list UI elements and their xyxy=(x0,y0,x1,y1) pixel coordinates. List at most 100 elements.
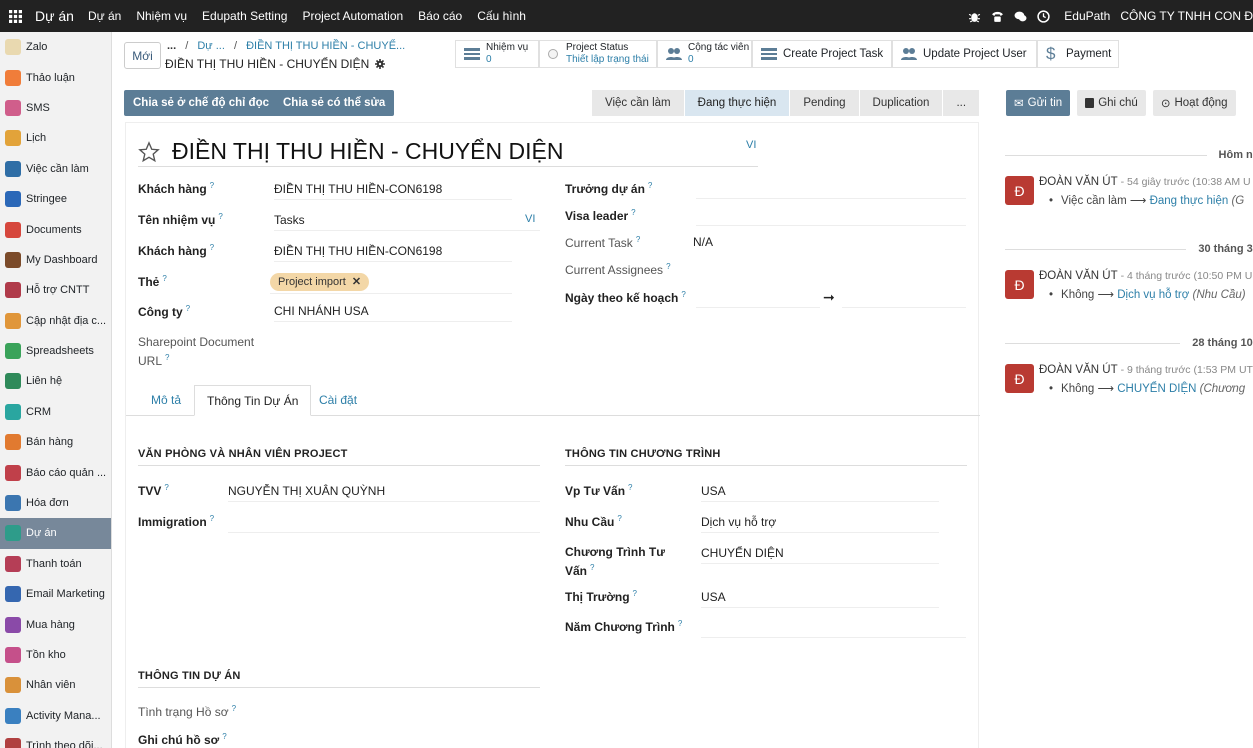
users-icon xyxy=(901,47,917,61)
project-status-button[interactable]: Project Status Thiết lập trạng thái xyxy=(539,40,657,68)
field-tvv[interactable]: NGUYỄN THỊ XUÂN QUỲNH xyxy=(228,482,540,502)
sidebar-item[interactable]: Mua hàng xyxy=(0,609,111,639)
sidebar-item[interactable]: Liên hệ xyxy=(0,366,111,396)
sidebar-item[interactable]: Hóa đơn xyxy=(0,488,111,518)
sidebar-item[interactable]: Trình theo dõi... xyxy=(0,731,111,748)
collab-label: Cộng tác viên xyxy=(688,42,750,53)
stage-duplication[interactable]: Duplication xyxy=(859,90,944,116)
field-ten-nhiem-vu[interactable]: Tasks xyxy=(274,211,540,231)
app-menu-icon[interactable] xyxy=(1,0,29,32)
field-vp-tu-van[interactable]: USA xyxy=(701,482,939,502)
tasks-smart-button[interactable]: Nhiệm vụ 0 xyxy=(455,40,539,68)
project-title: ĐIỀN THỊ THU HIỀN - CHUYỂN DIỆN xyxy=(172,138,564,164)
sidebar-item[interactable]: Spreadsheets xyxy=(0,336,111,366)
sidebar-item[interactable]: My Dashboard xyxy=(0,245,111,275)
stage-dang-thuc-hien[interactable]: Đang thực hiện xyxy=(684,90,791,116)
update-user-button[interactable]: Update Project User xyxy=(892,40,1037,68)
breadcrumb-more[interactable]: ... xyxy=(167,40,176,52)
chat-icon[interactable] xyxy=(1013,9,1027,23)
sidebar-item[interactable]: CRM xyxy=(0,397,111,427)
message-author[interactable]: ĐOÀN VĂN ÚT xyxy=(1039,364,1117,376)
breadcrumb-projects[interactable]: Dự ... xyxy=(197,40,225,52)
bug-icon[interactable] xyxy=(967,9,981,23)
tracking-arrow: ⟶ xyxy=(1129,195,1147,207)
field-chuong-trinh-tu-van[interactable]: CHUYỂN DIỆN xyxy=(701,544,939,564)
app-icon xyxy=(5,160,21,177)
log-note-button[interactable]: Ghi chú xyxy=(1077,90,1146,116)
field-nam-chuong-trinh[interactable] xyxy=(701,618,966,638)
activity-button[interactable]: ⊙ Hoạt động xyxy=(1152,90,1236,116)
sidebar-item[interactable]: Thanh toán xyxy=(0,549,111,579)
field-truong-du-an[interactable] xyxy=(696,179,966,199)
sidebar-item[interactable]: Nhân viên xyxy=(0,670,111,700)
payment-button[interactable]: $ Payment xyxy=(1037,40,1119,68)
field-thi-truong[interactable]: USA xyxy=(701,588,939,608)
label-visa-leader: Visa leader? xyxy=(565,208,636,223)
sidebar-item[interactable]: Việc cần làm xyxy=(0,154,111,184)
new-button[interactable]: Mới xyxy=(124,42,161,69)
tab-mo-ta[interactable]: Mô tả xyxy=(139,385,193,416)
menu-bao-cao[interactable]: Báo cáo xyxy=(418,9,462,23)
sidebar-item[interactable]: Dự án xyxy=(0,518,111,549)
tab-thong-tin-du-an[interactable]: Thông Tin Dự Án xyxy=(194,385,312,416)
collaborators-smart-button[interactable]: Cộng tác viên 0 xyxy=(657,40,752,68)
avatar[interactable]: Đ xyxy=(1005,176,1034,205)
sidebar-item[interactable]: Hỗ trợ CNTT xyxy=(0,275,111,305)
stage-viec-can-lam[interactable]: Việc cần làm xyxy=(592,90,685,116)
sidebar-item-label: Thanh toán xyxy=(26,557,82,570)
tag-remove-icon[interactable]: ✕ xyxy=(352,276,361,288)
sidebar-item[interactable]: Activity Mana... xyxy=(0,701,111,731)
field-visa-leader[interactable] xyxy=(696,206,966,226)
title-lang-button[interactable]: VI xyxy=(746,139,756,151)
avatar[interactable]: Đ xyxy=(1005,270,1034,299)
avatar[interactable]: Đ xyxy=(1005,364,1034,393)
share-edit-button[interactable]: Chia sẻ có thể sửa xyxy=(274,90,395,116)
date-separator: 28 tháng 10, 2 xyxy=(1005,336,1253,350)
company-switcher[interactable]: CÔNG TY TNHH CON Đ xyxy=(1120,9,1253,23)
message-author[interactable]: ĐOÀN VĂN ÚT xyxy=(1039,270,1117,282)
field-tags[interactable]: Project import ✕ xyxy=(270,272,512,294)
field-immigration[interactable] xyxy=(228,513,540,533)
field-cong-ty[interactable]: CHI NHÁNH USA xyxy=(274,302,512,322)
gear-icon[interactable] xyxy=(375,58,386,69)
app-title[interactable]: Dự án xyxy=(35,8,74,24)
menu-project-automation[interactable]: Project Automation xyxy=(302,9,403,23)
field-nhu-cau[interactable]: Dịch vụ hỗ trợ xyxy=(701,513,939,533)
sidebar-item[interactable]: Email Marketing xyxy=(0,579,111,609)
menu-cau-hinh[interactable]: Cấu hình xyxy=(477,9,526,23)
task-name-lang-button[interactable]: VI xyxy=(525,213,535,225)
title-field[interactable]: ĐIỀN THỊ THU HIỀN - CHUYỂN DIỆN xyxy=(138,137,758,167)
sidebar-item[interactable]: Zalo xyxy=(0,32,111,62)
menu-nhiem-vu[interactable]: Nhiệm vụ xyxy=(136,9,187,23)
sidebar-item[interactable]: Thảo luận xyxy=(0,62,111,92)
clock-icon[interactable] xyxy=(1036,9,1050,23)
sidebar-item[interactable]: Lịch xyxy=(0,123,111,153)
field-date-start[interactable] xyxy=(696,288,820,308)
star-icon[interactable] xyxy=(138,140,160,163)
sidebar-item[interactable]: Cập nhật địa c... xyxy=(0,306,111,336)
field-khach-hang-2[interactable]: ĐIỀN THỊ THU HIỀN-CON6198 xyxy=(274,242,512,262)
create-task-button[interactable]: Create Project Task xyxy=(752,40,892,68)
tracking-old-value: Không xyxy=(1061,289,1095,301)
menu-edupath-setting[interactable]: Edupath Setting xyxy=(202,9,287,23)
label-ten-nhiem-vu: Tên nhiệm vụ? xyxy=(138,212,223,227)
sidebar-item[interactable]: Báo cáo quản ... xyxy=(0,457,111,487)
field-khach-hang[interactable]: ĐIỀN THỊ THU HIỀN-CON6198 xyxy=(274,180,512,200)
sidebar-item[interactable]: Tồn kho xyxy=(0,640,111,670)
breadcrumb-project[interactable]: ĐIỀN THỊ THU HIỀN - CHUYỂ... xyxy=(246,40,405,52)
stage-more[interactable]: ... xyxy=(943,90,981,116)
tab-cai-dat[interactable]: Cài đặt xyxy=(307,385,369,416)
send-message-button[interactable]: ✉ Gửi tin xyxy=(1006,90,1071,116)
sidebar-item[interactable]: Stringee xyxy=(0,184,111,214)
menu-du-an[interactable]: Dự án xyxy=(88,9,121,23)
phone-icon[interactable] xyxy=(990,9,1004,23)
notebook-tabs: Mô tả Thông Tin Dự Án Cài đặt xyxy=(126,385,980,416)
field-date-end[interactable] xyxy=(842,288,966,308)
sidebar-item[interactable]: Bán hàng xyxy=(0,427,111,457)
user-menu[interactable]: EduPath xyxy=(1064,9,1110,23)
message-author[interactable]: ĐOÀN VĂN ÚT xyxy=(1039,176,1117,188)
stage-pending[interactable]: Pending xyxy=(790,90,860,116)
sidebar-item[interactable]: Documents xyxy=(0,214,111,244)
sidebar-item[interactable]: SMS xyxy=(0,93,111,123)
share-readonly-button[interactable]: Chia sẻ ở chế độ chỉ đọc xyxy=(124,90,278,116)
